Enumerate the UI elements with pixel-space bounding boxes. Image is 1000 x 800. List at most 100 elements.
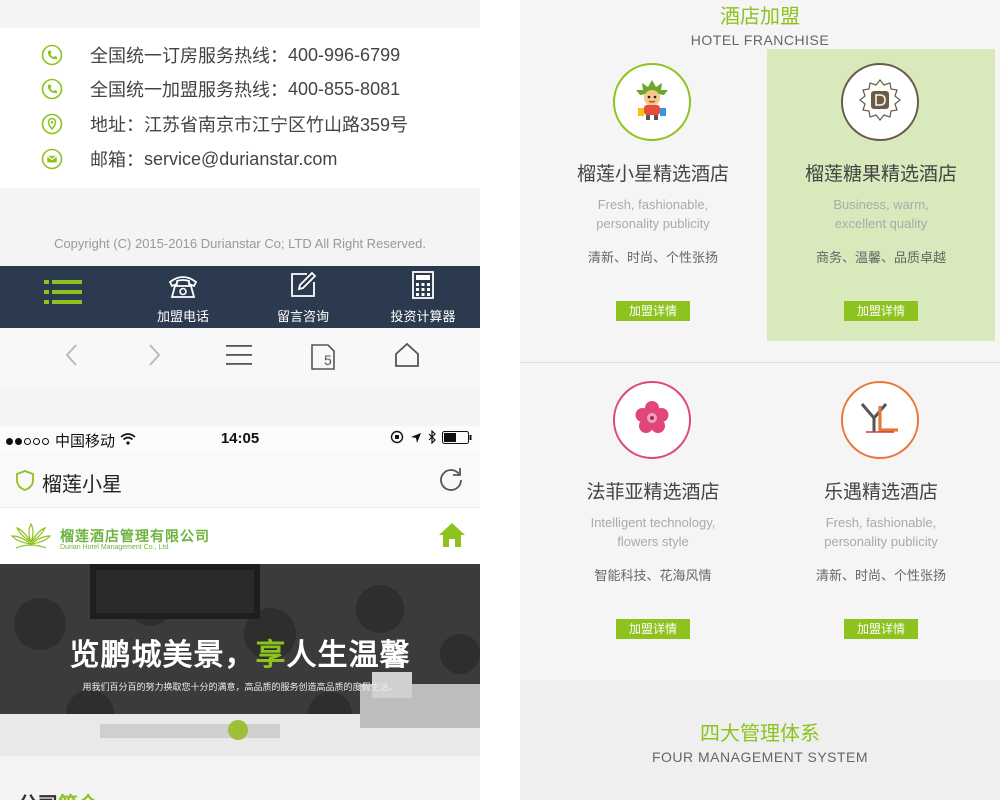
forward-button[interactable] [138,340,172,374]
management-system-section: 四大管理体系 FOUR MANAGEMENT SYSTEM [520,680,1000,800]
franchise-details-button[interactable]: 加盟详情 [616,301,690,321]
secure-shield-icon [16,470,34,496]
tab-menu[interactable] [18,266,108,328]
card-english-line: flowers style [617,534,689,549]
tab-label: 投资计算器 [390,309,456,324]
section-subtitle: FOUR MANAGEMENT SYSTEM [651,749,869,765]
reload-button[interactable] [438,466,464,497]
mobile-site-screenshot-left: 全国统一订房服务热线： 400-996-6799 全国统一加盟服务热线： 400… [0,0,480,800]
yl-monogram-icon [858,400,902,441]
bottom-tabbar: 加盟电话 留言咨询 投资计算器 [0,266,480,328]
contact-value: 400-855-8081 [288,78,401,99]
phone-status-bar: 中国移动 14:05 [0,426,480,452]
franchise-details-button[interactable]: 加盟详情 [844,301,918,321]
home-button[interactable] [438,522,466,553]
edit-icon [289,271,317,302]
card-english-desc: Fresh, fashionable, personality publicity [539,195,767,233]
franchise-card-durian-candy: 榴莲糖果精选酒店 Business, warm, excellent qualit… [767,49,995,341]
franchise-card-leyu: 乐遇精选酒店 Fresh, fashionable, personality pu… [767,367,995,659]
tab-count: 5 [324,352,332,368]
card-english-line: personality publicity [596,216,710,231]
browser-toolbar: 5 [0,328,480,388]
menu-icon [44,279,82,308]
card-english-line: Intelligent technology, [590,515,716,530]
section-title: 酒店加盟 [720,6,800,28]
banner-headline: 览鹏城美景，享人生温馨 [0,630,480,674]
card-title: 榴莲糖果精选酒店 [804,164,957,185]
card-chinese-desc: 清新、时尚、个性张扬 [815,568,946,583]
card-title: 榴莲小星精选酒店 [576,164,729,185]
company-logo-subtext: Durian Hotel Management Co., Ltd. [60,544,171,551]
brand-badge [613,381,691,459]
contact-label: 全国统一加盟服务热线： [90,80,288,100]
contact-row-booking-hotline[interactable]: 全国统一订房服务热线： 400-996-6799 [40,40,400,70]
hero-banner: 览鹏城美景，享人生温馨 用我们百分百的努力换取您十分的满意，高品质的服务创造高品… [0,564,480,756]
card-chinese-desc: 清新、时尚、个性张扬 [587,250,718,265]
contact-label: 地址： [90,115,144,135]
card-english-line: excellent quality [834,216,928,231]
browser-menu-button[interactable] [222,340,256,374]
lotus-logo-icon [10,518,52,559]
chevron-right-icon [148,343,162,372]
tabs-button[interactable]: 5 [306,340,340,374]
site-header: 榴莲酒店管理有限公司 Durian Hotel Management Co., … [0,508,480,564]
hamburger-icon [226,344,252,371]
contact-value: service@durianstar.com [144,148,338,169]
card-english-line: personality publicity [824,534,938,549]
franchise-card-fafeiya: 法菲亚精选酒店 Intelligent technology, flowers s… [539,367,767,659]
page-title: 榴莲小星 [42,474,122,496]
bluetooth-icon [428,429,436,448]
brand-badge [841,63,919,141]
phone-icon [40,77,64,101]
contact-label: 邮箱： [90,150,144,170]
franchise-card-durian-star: 榴莲小星精选酒店 Fresh, fashionable, personality … [539,49,767,341]
tab-label: 加盟电话 [156,309,209,324]
rotation-lock-icon [390,430,404,448]
mobile-site-screenshot-right: 酒店加盟 HOTEL FRANCHISE 榴莲小星精选酒店 Fresh, fas… [520,0,1000,800]
contact-label: 全国统一订房服务热线： [90,46,288,66]
candy-logo-icon [856,76,904,129]
tab-calculator[interactable]: 投资计算器 [378,266,468,328]
home-outline-icon [394,342,420,373]
card-english-line: Business, warm, [833,197,929,212]
card-title: 法菲亚精选酒店 [586,482,720,503]
banner-headline-part: 览鹏城美景， [69,639,256,672]
banner-headline-part: 人生温馨 [286,639,411,672]
intro-heading-highlight: 简介 [58,794,98,800]
contact-row-franchise-hotline[interactable]: 全国统一加盟服务热线： 400-855-8081 [40,74,400,104]
home-button[interactable] [390,340,424,374]
contact-row-email[interactable]: 邮箱： service@durianstar.com [40,144,337,174]
company-logo-text: 榴莲酒店管理有限公司 [60,528,210,544]
card-english-desc: Intelligent technology, flowers style [539,513,767,551]
contact-value: 400-996-6799 [288,44,401,65]
browser-address-bar[interactable]: 榴莲小星 [0,452,480,508]
section-title: 四大管理体系 [700,723,820,745]
mail-icon [40,147,64,171]
back-button[interactable] [54,340,88,374]
battery-icon [442,430,472,448]
card-chinese-desc: 智能科技、花海风情 [594,568,712,583]
hotel-franchise-section: 酒店加盟 HOTEL FRANCHISE 榴莲小星精选酒店 Fresh, fas… [520,0,1000,680]
durian-mascot-icon [630,78,674,127]
banner-headline-highlight: 享 [255,639,287,672]
phone-icon [40,43,64,67]
intro-heading-part: 公司 [18,794,58,800]
franchise-details-button[interactable]: 加盟详情 [844,619,918,639]
franchise-details-button[interactable]: 加盟详情 [616,619,690,639]
card-english-line: Fresh, fashionable, [825,515,937,530]
telephone-icon [167,273,199,302]
contact-value: 江苏省南京市江宁区竹山路359号 [144,115,409,135]
brand-badge [613,63,691,141]
section-subtitle: HOTEL FRANCHISE [690,32,830,48]
home-icon [438,523,466,552]
contact-row-address: 地址： 江苏省南京市江宁区竹山路359号 [40,109,408,139]
tabs-icon: 5 [311,344,335,370]
tab-label: 留言咨询 [276,309,329,324]
tab-franchise-phone[interactable]: 加盟电话 [138,266,228,328]
location-arrow-icon [410,431,422,448]
company-intro-heading: 公司简介 [18,788,98,800]
banner-subtitle: 用我们百分百的努力换取您十分的满意，高品质的服务创造高品质的度假生活。 [82,682,398,692]
tab-message[interactable]: 留言咨询 [258,266,348,328]
section-divider [520,362,1000,363]
chevron-left-icon [64,343,78,372]
